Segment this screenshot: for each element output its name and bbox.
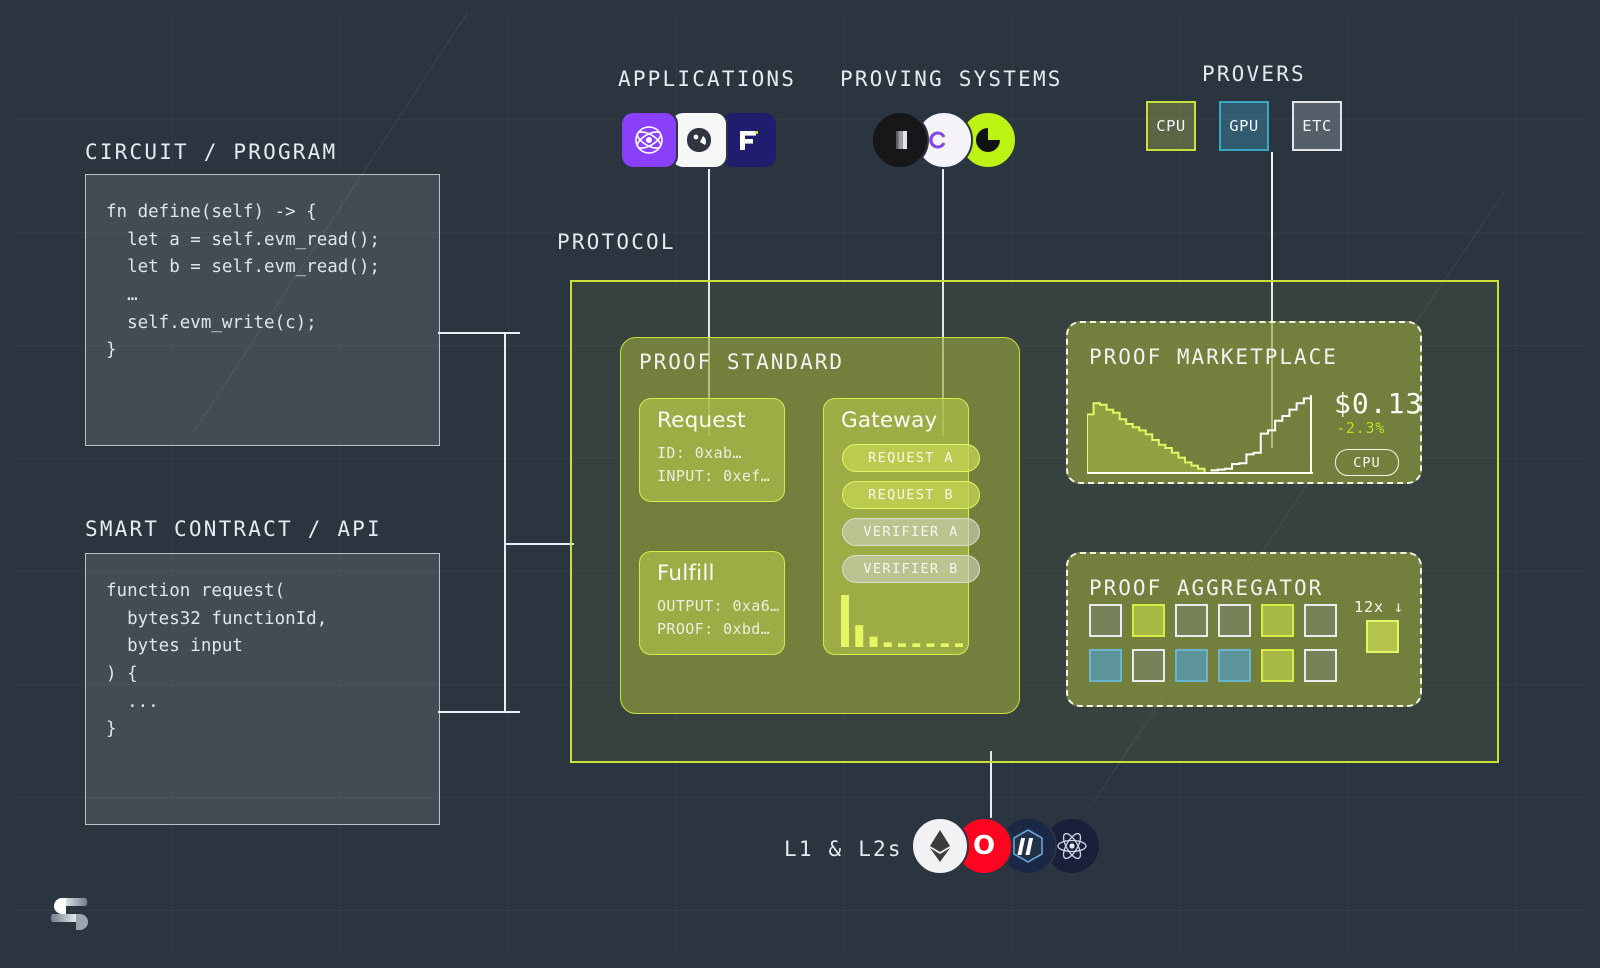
pill-verifier-b[interactable]: VERIFIER B xyxy=(842,555,980,583)
diagram-root: CIRCUIT / PROGRAM fn define(self) -> { l… xyxy=(0,0,1600,968)
gateway-bar xyxy=(869,636,878,647)
diagram-canvas: CIRCUIT / PROGRAM fn define(self) -> { l… xyxy=(14,12,1586,956)
aggregator-square xyxy=(1089,604,1122,637)
marketplace-cpu-badge[interactable]: CPU xyxy=(1335,449,1399,476)
pill-request-a-label: REQUEST A xyxy=(868,450,954,466)
gateway-bar xyxy=(855,625,864,647)
bracket-icon xyxy=(740,131,758,150)
aggregator-square xyxy=(1132,604,1165,637)
connector-circuit-v xyxy=(504,332,506,544)
proof-aggregator-title: PROOF AGGREGATOR xyxy=(1089,576,1324,600)
label-smart-contract: SMART CONTRACT / API xyxy=(85,517,382,541)
proof-standard-title: PROOF STANDARD xyxy=(639,350,845,374)
label-proving-systems: PROVING SYSTEMS xyxy=(840,67,1063,91)
gateway-bar xyxy=(912,643,921,647)
prism-icon xyxy=(896,131,907,149)
label-protocol: PROTOCOL xyxy=(557,230,676,254)
prover-cpu-label: CPU xyxy=(1156,117,1186,135)
pill-request-a[interactable]: REQUEST A xyxy=(842,444,980,472)
prover-etc-label: ETC xyxy=(1302,117,1332,135)
aggregator-square xyxy=(1261,649,1294,682)
fulfill-card[interactable]: Fulfill OUTPUT: 0xa6… PROOF: 0xbd… xyxy=(639,551,785,655)
globe-icon xyxy=(635,126,663,154)
marketplace-change: -2.3% xyxy=(1336,419,1386,437)
app-icon-purple[interactable] xyxy=(620,111,678,169)
marketplace-line xyxy=(1210,395,1312,472)
proving-systems-icons xyxy=(871,111,1017,169)
fulfill-proof: PROOF: 0xbd… xyxy=(657,620,771,638)
ethereum-icon xyxy=(930,830,950,862)
label-provers: PROVERS xyxy=(1202,62,1306,86)
fulfill-heading: Fulfill xyxy=(657,561,715,586)
fulfill-output: OUTPUT: 0xa6… xyxy=(657,597,780,615)
app-icon-navy[interactable] xyxy=(720,111,778,169)
atom-icon xyxy=(1057,832,1087,860)
arbitrum-icon xyxy=(1013,829,1043,863)
connector-contract-v xyxy=(504,544,506,713)
pill-verifier-a[interactable]: VERIFIER A xyxy=(842,518,980,546)
marketplace-area xyxy=(1087,402,1206,474)
request-heading: Request xyxy=(657,408,746,433)
label-applications: APPLICATIONS xyxy=(618,67,797,91)
gateway-bar xyxy=(898,643,906,647)
request-input: INPUT: 0xef… xyxy=(657,467,771,485)
request-card[interactable]: Request ID: 0xab… INPUT: 0xef… xyxy=(639,398,785,502)
aggregator-square xyxy=(1089,649,1122,682)
label-circuit-program: CIRCUIT / PROGRAM xyxy=(85,140,338,164)
aggregator-square xyxy=(1218,604,1251,637)
prover-gpu-label: GPU xyxy=(1229,117,1259,135)
aggregator-grid xyxy=(1089,604,1337,682)
marketplace-sparkline xyxy=(1087,395,1313,474)
gateway-bar-chart xyxy=(841,595,963,647)
aggregator-square xyxy=(1132,649,1165,682)
infinity-icon xyxy=(929,131,946,149)
applications-icons xyxy=(620,111,778,169)
aggregator-multiplier: 12x ↓ xyxy=(1354,598,1404,616)
circuit-code-card: fn define(self) -> { let a = self.evm_re… xyxy=(85,174,440,446)
app-icon-white[interactable] xyxy=(670,111,728,169)
optimism-glyph: O xyxy=(972,831,996,861)
pill-request-b-label: REQUEST B xyxy=(868,487,954,503)
gateway-bar xyxy=(926,643,935,647)
prover-etc[interactable]: ETC xyxy=(1292,101,1342,151)
succinct-logo xyxy=(50,898,88,930)
contract-code: function request( bytes32 functionId, by… xyxy=(106,581,328,740)
blob-icon xyxy=(687,128,711,152)
pill-verifier-a-label: VERIFIER A xyxy=(863,524,959,540)
gateway-bar xyxy=(841,595,849,647)
prover-cpu[interactable]: CPU xyxy=(1146,101,1196,151)
aggregator-square xyxy=(1175,604,1208,637)
aggregator-square xyxy=(1304,604,1337,637)
proof-marketplace-title: PROOF MARKETPLACE xyxy=(1089,345,1338,369)
chain-icon-ethereum[interactable] xyxy=(911,817,969,875)
l1-l2s-icons: O xyxy=(911,817,1101,875)
marketplace-price: $0.13 xyxy=(1334,387,1424,420)
aggregator-square xyxy=(1304,649,1337,682)
pill-verifier-b-label: VERIFIER B xyxy=(863,561,959,577)
gateway-card[interactable]: Gateway REQUEST A REQUEST B VERIFIER A V… xyxy=(823,398,980,655)
label-l1-l2s: L1 & L2s xyxy=(784,837,903,861)
gateway-bar xyxy=(940,643,949,647)
proving-icon-dark[interactable] xyxy=(871,111,929,169)
aggregator-result-square xyxy=(1366,620,1399,653)
aggregator-square xyxy=(1218,649,1251,682)
prover-gpu[interactable]: GPU xyxy=(1219,101,1269,151)
aggregator-square xyxy=(1261,604,1294,637)
pill-request-b[interactable]: REQUEST B xyxy=(842,481,980,509)
gateway-bar xyxy=(883,642,892,647)
connector-contract-h xyxy=(438,711,520,713)
request-id: ID: 0xab… xyxy=(657,444,742,462)
connector-left-merge xyxy=(504,543,574,545)
contract-code-card: function request( bytes32 functionId, by… xyxy=(85,553,440,825)
connector-circuit-h xyxy=(438,332,520,334)
wedge-icon xyxy=(976,128,1000,152)
aggregator-multiplier-label: 12x xyxy=(1354,598,1384,616)
aggregator-square xyxy=(1175,649,1208,682)
gateway-bar xyxy=(955,643,963,647)
circuit-code: fn define(self) -> { let a = self.evm_re… xyxy=(106,202,380,361)
marketplace-cpu-label: CPU xyxy=(1353,454,1381,471)
gateway-heading: Gateway xyxy=(841,408,938,433)
